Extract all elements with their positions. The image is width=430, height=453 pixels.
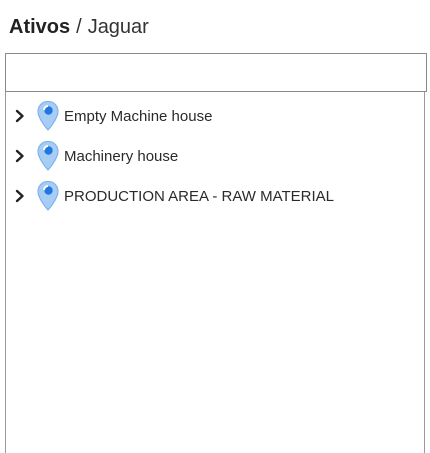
search-input[interactable] — [5, 53, 427, 92]
tree-item-label: Machinery house — [64, 147, 179, 165]
location-pin-icon — [35, 179, 61, 213]
tree-item-machinery-house[interactable]: Machinery house — [6, 136, 424, 176]
breadcrumb: Ativos / Jaguar — [9, 14, 149, 40]
tree-item-production-area[interactable]: PRODUCTION AREA - RAW MATERIAL — [6, 176, 424, 216]
breadcrumb-current: Jaguar — [87, 16, 149, 38]
chevron-right-icon[interactable] — [7, 176, 33, 216]
breadcrumb-root[interactable]: Ativos — [9, 16, 70, 38]
location-pin-icon — [35, 99, 61, 133]
tree-item-empty-machine-house[interactable]: Empty Machine house — [6, 96, 424, 136]
breadcrumb-separator: / — [76, 16, 82, 38]
asset-tree-panel: Empty Machine house Machinery house PROD… — [5, 53, 427, 453]
asset-tree: Empty Machine house Machinery house PROD… — [6, 96, 424, 216]
chevron-right-icon[interactable] — [7, 96, 33, 136]
chevron-right-icon[interactable] — [7, 136, 33, 176]
tree-item-label: PRODUCTION AREA - RAW MATERIAL — [64, 187, 335, 205]
location-pin-icon — [35, 139, 61, 173]
tree-item-label: Empty Machine house — [64, 107, 213, 125]
